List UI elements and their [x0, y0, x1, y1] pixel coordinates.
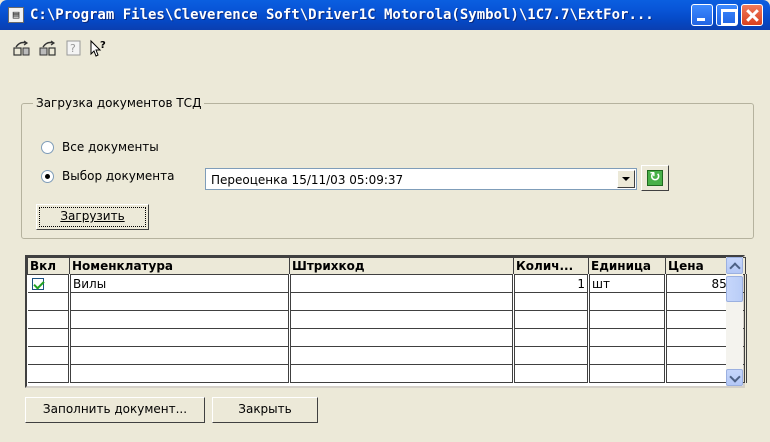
table-cell-enabled[interactable] [27, 274, 71, 293]
close-button[interactable]: Закрыть [212, 397, 318, 423]
table-row-empty[interactable] [27, 292, 747, 311]
radio-all-documents[interactable]: Все документы [41, 139, 191, 155]
column-header-barcode[interactable]: Штрихкод [289, 257, 514, 275]
title-bar[interactable]: ▤ C:\Program Files\Cleverence Soft\Drive… [0, 0, 770, 30]
svg-text:?: ? [70, 42, 76, 55]
table-row-empty[interactable] [27, 346, 747, 365]
radio-all-indicator[interactable] [41, 141, 54, 154]
column-header-unit[interactable]: Единица [588, 257, 666, 275]
table-row[interactable]: Вилы 1 шт 8598 [27, 274, 747, 293]
table-cell-unit[interactable]: шт [588, 274, 667, 293]
radio-select-label: Выбор документа [62, 169, 175, 183]
column-header-item[interactable]: Номенклатура [69, 257, 290, 275]
table-header-row: Вкл Номенклатура Штрихкод Колич... Едини… [27, 257, 746, 275]
form-icon[interactable]: ▤ [8, 7, 24, 23]
mode-icon-2[interactable] [38, 39, 58, 57]
column-header-enabled[interactable]: Вкл [27, 257, 70, 275]
mode-icon-1[interactable] [12, 39, 32, 57]
scroll-down-icon[interactable] [726, 369, 743, 386]
items-table[interactable]: Вкл Номенклатура Штрихкод Колич... Едини… [25, 255, 747, 388]
app-window: ▤ C:\Program Files\Cleverence Soft\Drive… [0, 0, 770, 442]
document-select[interactable]: Переоценка 15/11/03 05:09:37 [205, 168, 637, 190]
radio-select-indicator[interactable] [41, 170, 54, 183]
table-row-empty[interactable] [27, 310, 747, 329]
close-window-button[interactable] [741, 4, 763, 26]
load-button[interactable]: Загрузить [36, 204, 149, 230]
chevron-down-icon[interactable] [617, 170, 635, 188]
items-grid: Вкл Номенклатура Штрихкод Колич... Едини… [27, 257, 747, 383]
help-icon[interactable]: ? [64, 39, 84, 57]
group-legend: Загрузка документов ТСД [33, 96, 205, 110]
radio-select-document[interactable]: Выбор документа [41, 168, 191, 184]
minimize-button[interactable] [691, 4, 713, 26]
refresh-button[interactable]: ↻ [641, 165, 669, 191]
fill-document-button[interactable]: Заполнить документ... [25, 397, 205, 423]
table-cell-quantity[interactable]: 1 [513, 274, 590, 293]
scroll-thumb[interactable] [726, 276, 743, 302]
toolbar: ? ? [0, 30, 770, 62]
maximize-button[interactable] [716, 4, 738, 26]
refresh-icon: ↻ [647, 170, 663, 186]
table-cell-item[interactable]: Вилы [69, 274, 291, 293]
table-row-empty[interactable] [27, 364, 747, 383]
scroll-up-icon[interactable] [726, 257, 743, 274]
window-title: C:\Program Files\Cleverence Soft\Driver1… [30, 7, 654, 23]
context-help-icon[interactable]: ? [88, 39, 108, 57]
vertical-scrollbar[interactable] [726, 257, 743, 386]
table-cell-barcode[interactable] [289, 274, 515, 293]
load-button-label: Загрузить [60, 209, 125, 223]
svg-text:?: ? [100, 40, 106, 51]
radio-all-label: Все документы [62, 140, 159, 154]
column-header-quantity[interactable]: Колич... [513, 257, 589, 275]
row-checkbox[interactable] [31, 278, 44, 290]
table-row-empty[interactable] [27, 328, 747, 347]
document-select-value: Переоценка 15/11/03 05:09:37 [211, 173, 404, 187]
